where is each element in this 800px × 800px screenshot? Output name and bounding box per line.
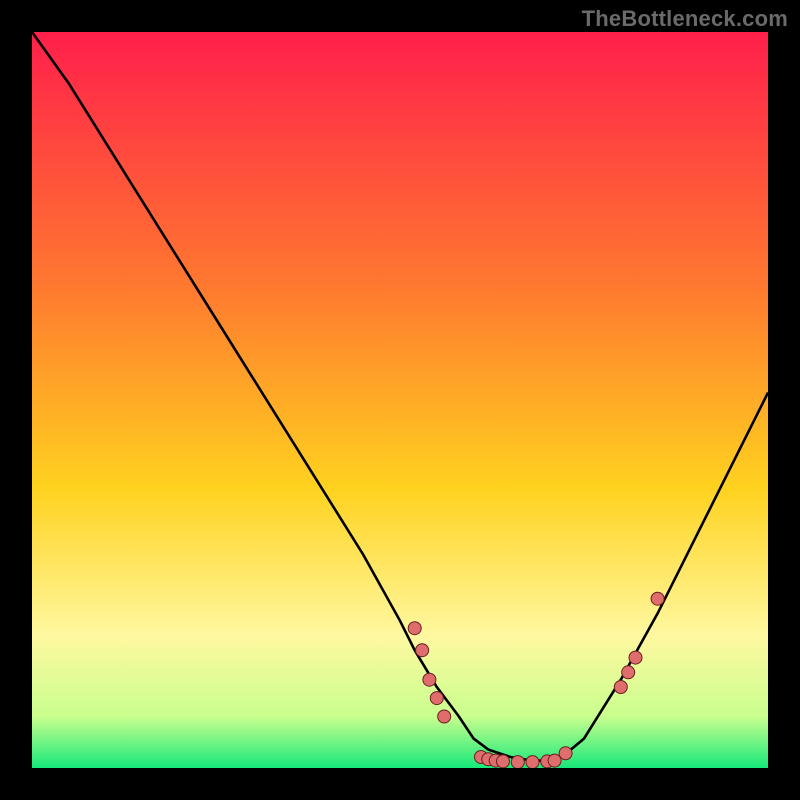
data-point — [438, 710, 451, 723]
data-point — [423, 673, 436, 686]
data-point — [548, 754, 561, 767]
bottleneck-chart — [32, 32, 768, 768]
data-point — [511, 756, 524, 768]
data-point — [622, 666, 635, 679]
data-point — [629, 651, 642, 664]
data-point — [408, 622, 421, 635]
data-point — [526, 756, 539, 768]
watermark-text: TheBottleneck.com — [582, 6, 788, 32]
gradient-background — [32, 32, 768, 768]
data-point — [651, 592, 664, 605]
data-point — [497, 755, 510, 768]
data-point — [614, 681, 627, 694]
data-point — [430, 692, 443, 705]
data-point — [416, 644, 429, 657]
data-point — [559, 747, 572, 760]
chart-frame — [32, 32, 768, 768]
